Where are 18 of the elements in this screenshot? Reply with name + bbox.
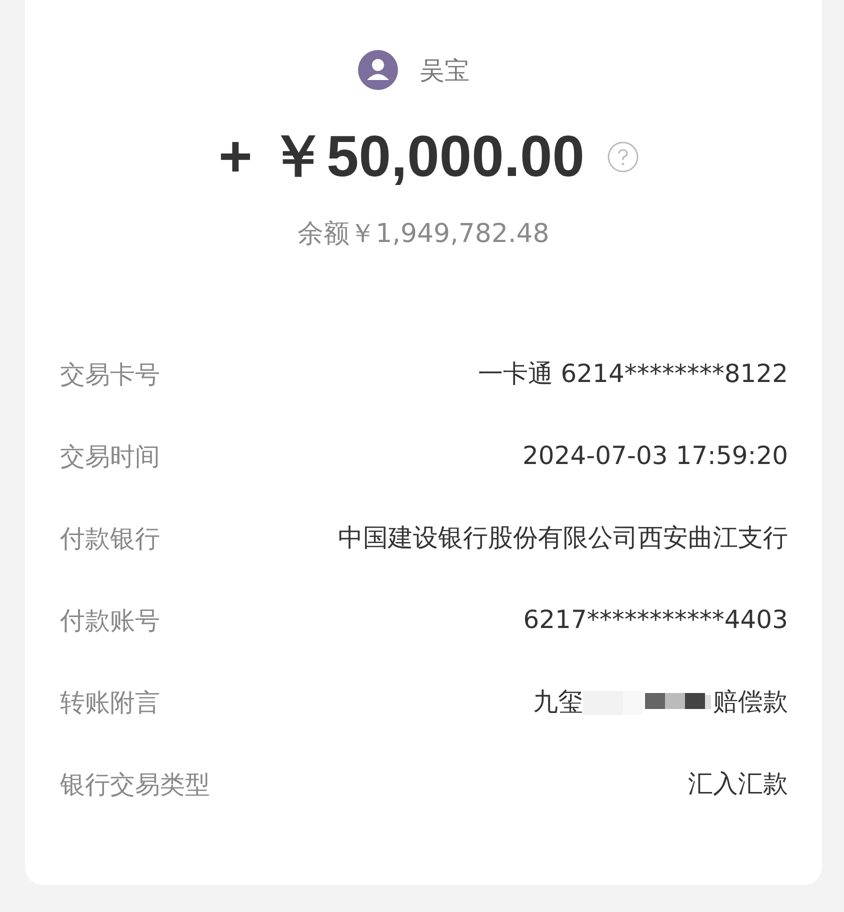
detail-label: 付款账号	[60, 604, 160, 636]
detail-value: 中国建设银行股份有限公司西安曲江支行	[338, 522, 788, 554]
detail-value: 6217***********4403	[523, 604, 788, 636]
amount: + ￥50,000.00	[218, 123, 584, 191]
detail-value: 九玺	[533, 686, 583, 718]
help-icon[interactable]	[606, 141, 638, 173]
payee-name: 吴宝	[420, 54, 470, 86]
detail-value: 一卡通 6214********8122	[478, 358, 788, 390]
detail-label: 转账附言	[60, 686, 160, 718]
detail-label: 付款银行	[60, 522, 160, 554]
detail-value: 2024-07-03 17:59:20	[522, 440, 788, 472]
detail-label: 交易时间	[60, 440, 160, 472]
detail-value: 赔偿款	[713, 686, 788, 718]
balance-text: 余额￥1,949,782.48	[298, 219, 550, 249]
avatar-icon	[358, 50, 398, 90]
detail-value: 汇入汇款	[688, 768, 788, 800]
detail-label: 银行交易类型	[60, 768, 210, 800]
detail-label: 交易卡号	[60, 358, 160, 390]
